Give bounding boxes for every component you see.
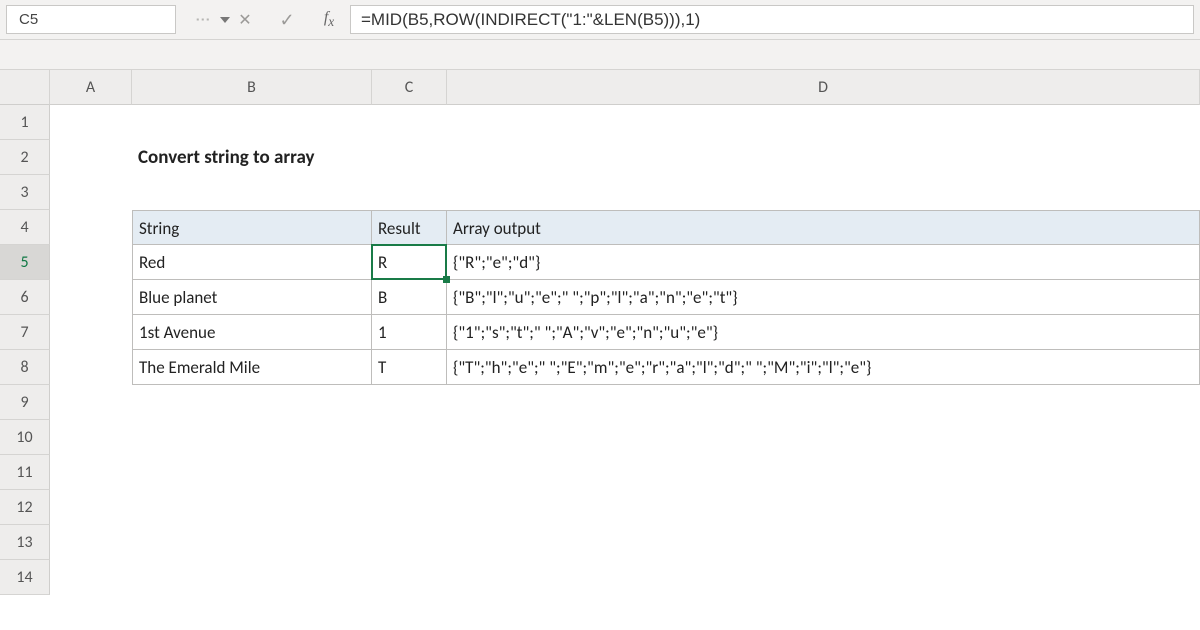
cell[interactable] [372, 525, 447, 560]
row-header[interactable]: 13 [0, 525, 50, 560]
cell[interactable] [372, 455, 447, 490]
cell-result[interactable]: T [372, 350, 447, 385]
cell[interactable] [50, 210, 132, 245]
formula-input[interactable] [351, 10, 1193, 30]
active-cell[interactable]: R [372, 245, 447, 280]
row-header[interactable]: 2 [0, 140, 50, 175]
formula-bar: ⋮ ✕ ✓ fx [0, 0, 1200, 40]
cell-string[interactable]: The Emerald Mile [132, 350, 372, 385]
cell-array[interactable]: {"R";"e";"d"} [447, 245, 1200, 280]
page-title[interactable]: Convert string to array [132, 140, 372, 175]
cell[interactable] [447, 420, 1200, 455]
cell[interactable] [50, 280, 132, 315]
cell[interactable] [132, 175, 372, 210]
cell[interactable] [50, 455, 132, 490]
cell-array[interactable]: {"T";"h";"e";" ";"E";"m";"e";"r";"a";"l"… [447, 350, 1200, 385]
cell[interactable] [50, 490, 132, 525]
cell[interactable] [447, 560, 1200, 595]
cell[interactable] [132, 490, 372, 525]
cell[interactable] [50, 560, 132, 595]
row-header[interactable]: 9 [0, 385, 50, 420]
cell[interactable] [372, 105, 447, 140]
cell[interactable] [447, 490, 1200, 525]
cell-array[interactable]: {"B";"l";"u";"e";" ";"p";"l";"a";"n";"e"… [447, 280, 1200, 315]
cell[interactable] [447, 105, 1200, 140]
cell[interactable] [50, 525, 132, 560]
cell-string[interactable]: 1st Avenue [132, 315, 372, 350]
row-header[interactable]: 14 [0, 560, 50, 595]
cell-result[interactable]: B [372, 280, 447, 315]
name-box[interactable] [6, 5, 176, 34]
cell[interactable] [50, 140, 132, 175]
enter-icon[interactable]: ✓ [266, 0, 308, 39]
col-header-D[interactable]: D [447, 70, 1200, 105]
table-header-result[interactable]: Result [372, 210, 447, 245]
row-header[interactable]: 4 [0, 210, 50, 245]
spreadsheet-grid[interactable]: A B C D 1 2 Convert string to array 3 4 … [0, 70, 1200, 595]
select-all-corner[interactable] [0, 70, 50, 105]
cell[interactable] [447, 385, 1200, 420]
cell[interactable] [132, 455, 372, 490]
cell[interactable] [447, 175, 1200, 210]
row-header[interactable]: 3 [0, 175, 50, 210]
fill-handle[interactable] [443, 276, 450, 283]
cell[interactable] [132, 525, 372, 560]
cell[interactable] [372, 140, 447, 175]
cell[interactable] [372, 385, 447, 420]
row-header[interactable]: 5 [0, 245, 50, 280]
cell-string[interactable]: Blue planet [132, 280, 372, 315]
cell-result: R [378, 252, 387, 273]
row-header[interactable]: 11 [0, 455, 50, 490]
col-header-A[interactable]: A [50, 70, 132, 105]
table-header-string[interactable]: String [132, 210, 372, 245]
cell[interactable] [447, 140, 1200, 175]
col-header-B[interactable]: B [132, 70, 372, 105]
cell[interactable] [50, 350, 132, 385]
cell[interactable] [372, 490, 447, 525]
col-header-C[interactable]: C [372, 70, 447, 105]
cell-string[interactable]: Red [132, 245, 372, 280]
cell[interactable] [372, 560, 447, 595]
cell[interactable] [372, 175, 447, 210]
row-header[interactable]: 1 [0, 105, 50, 140]
row-header[interactable]: 8 [0, 350, 50, 385]
row-header[interactable]: 6 [0, 280, 50, 315]
cell-result[interactable]: 1 [372, 315, 447, 350]
fx-icon[interactable]: fx [308, 0, 350, 39]
cell[interactable] [50, 385, 132, 420]
cell[interactable] [372, 420, 447, 455]
cell[interactable] [50, 175, 132, 210]
cell[interactable] [447, 455, 1200, 490]
row-header[interactable]: 12 [0, 490, 50, 525]
cell[interactable] [132, 385, 372, 420]
cell-array[interactable]: {"1";"s";"t";" ";"A";"v";"e";"n";"u";"e"… [447, 315, 1200, 350]
cell[interactable] [132, 105, 372, 140]
formula-input-wrap[interactable] [350, 5, 1194, 34]
cell[interactable] [132, 420, 372, 455]
cancel-icon[interactable]: ✕ [224, 0, 266, 39]
cell[interactable] [50, 105, 132, 140]
cell[interactable] [132, 560, 372, 595]
row-header[interactable]: 10 [0, 420, 50, 455]
row-header[interactable]: 7 [0, 315, 50, 350]
cell[interactable] [50, 315, 132, 350]
cell[interactable] [447, 525, 1200, 560]
table-header-array[interactable]: Array output [447, 210, 1200, 245]
cell[interactable] [50, 245, 132, 280]
cell[interactable] [50, 420, 132, 455]
ribbon-spacer [0, 40, 1200, 70]
more-icon: ⋮ [182, 0, 224, 39]
